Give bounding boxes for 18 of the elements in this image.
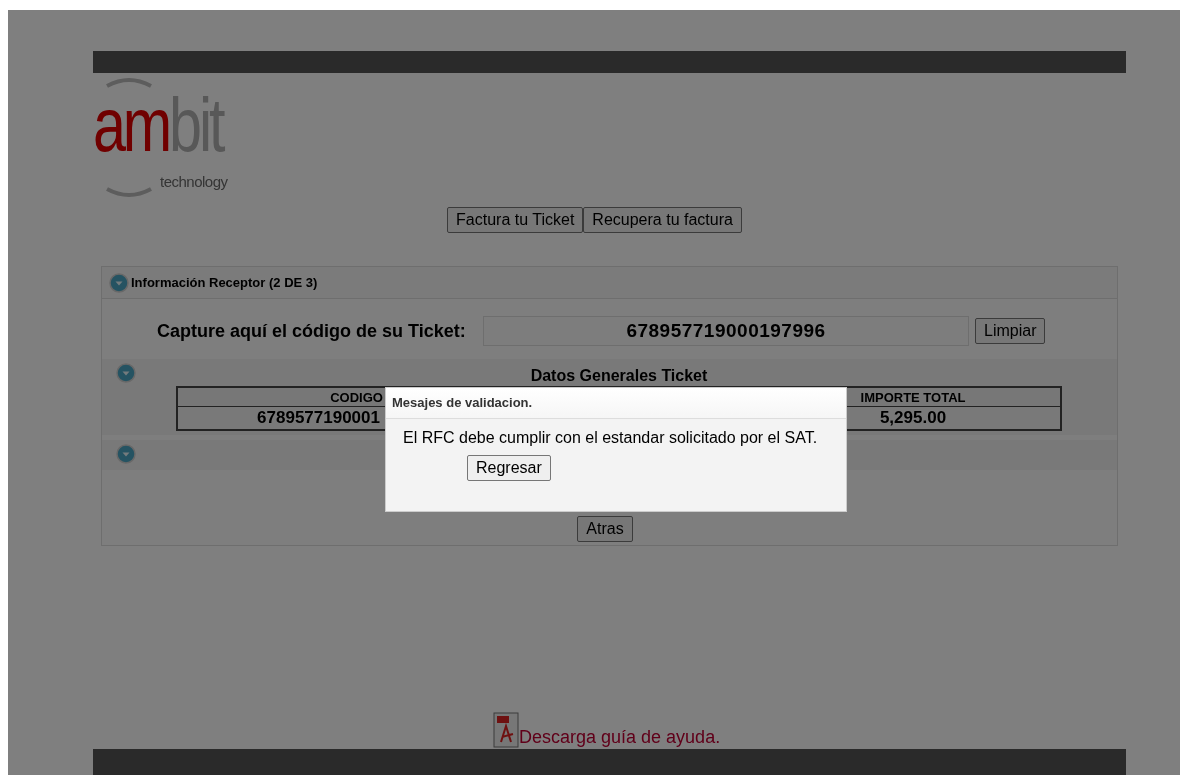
logo-tagline: technology — [160, 173, 228, 190]
dialog-title: Mesajes de validacion. — [386, 388, 846, 419]
logo-text: am — [93, 82, 170, 167]
ticket-code-field[interactable]: 678957719000197996 — [483, 316, 969, 346]
section-title: Datos Generales Ticket — [529, 366, 709, 386]
clear-button[interactable]: Limpiar — [975, 318, 1046, 344]
pdf-document-icon[interactable] — [493, 712, 519, 748]
collapse-toggle-icon[interactable] — [109, 272, 129, 293]
back-button[interactable]: Atras — [577, 516, 633, 542]
panel-title: Información Receptor (2 DE 3) — [131, 275, 318, 290]
return-button[interactable]: Regresar — [467, 455, 551, 481]
collapse-toggle-icon[interactable] — [116, 363, 136, 383]
nav-button[interactable]: Factura tu Ticket — [447, 207, 584, 233]
dialog-message: El RFC debe cumplir con el estandar solicitado por el SAT. — [403, 429, 819, 447]
help-download-link[interactable]: Descarga guía de ayuda. — [519, 727, 721, 748]
collapse-toggle-icon[interactable] — [116, 444, 136, 464]
field-label: Capture aquí el código de su Ticket: — [157, 320, 467, 342]
nav-button[interactable]: Recupera tu factura — [583, 207, 742, 233]
